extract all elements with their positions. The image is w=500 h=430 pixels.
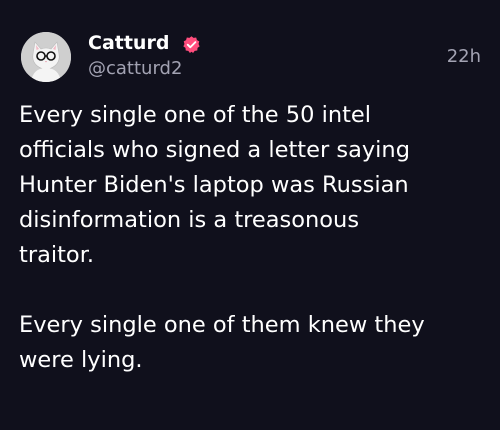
post-paragraph-2: Every single one of them knew they were … [19,308,484,378]
post-text-line: Hunter Biden's laptop was Russian [19,172,409,198]
post-text-line: officials who signed a letter saying [19,137,410,163]
post-text-line: Every single one of the 50 intel [19,102,372,128]
post-card[interactable]: Catturd @catturd2 22h Every single one o… [0,0,500,430]
author-handle[interactable]: @catturd2 [88,58,182,80]
post-text-line: traitor. [19,242,95,268]
cat-avatar-icon [21,32,71,82]
post-timestamp[interactable]: 22h [447,46,481,68]
author-display-name[interactable]: Catturd [88,31,169,55]
post-body: Every single one of the 50 intel officia… [19,98,484,378]
author-avatar[interactable] [21,32,71,82]
verified-badge-icon [182,35,201,54]
post-text-line: were lying. [19,347,143,373]
post-text-line: Every single one of them knew they [19,312,425,338]
post-text-line: disinformation is a treasonous [19,207,360,233]
post-paragraph-1: Every single one of the 50 intel officia… [19,98,484,273]
